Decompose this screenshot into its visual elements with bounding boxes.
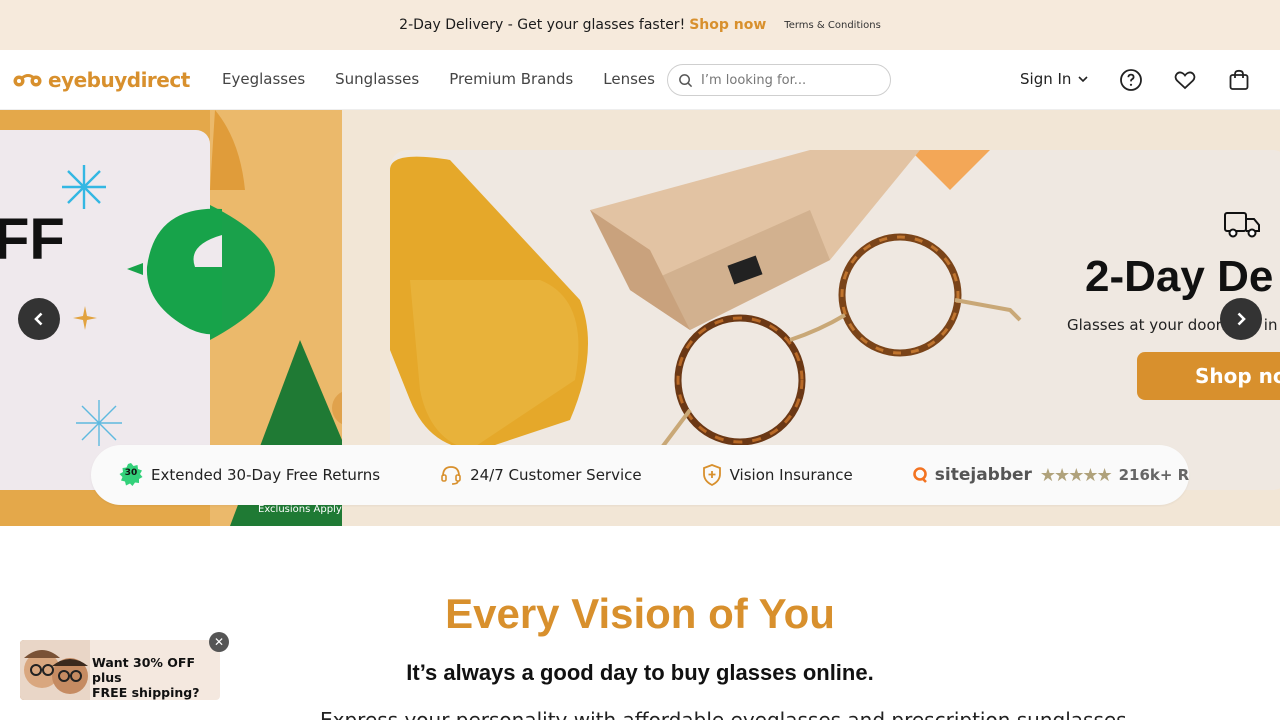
- chevron-down-icon: [1078, 76, 1088, 83]
- carousel-prev-button[interactable]: [18, 298, 60, 340]
- cart-bag-icon[interactable]: [1227, 68, 1251, 92]
- site-logo[interactable]: eyebuydirect: [12, 68, 190, 92]
- sparkle-icon: [73, 306, 97, 330]
- site-header: eyebuydirect Eyeglasses Sunglasses Premi…: [0, 50, 1280, 110]
- rating-stars: ★★★★★: [1039, 464, 1113, 486]
- chevron-right-icon: [1237, 312, 1246, 326]
- terms-link[interactable]: Terms & Conditions: [784, 20, 881, 31]
- section-title: Every Vision of You: [445, 590, 835, 637]
- benefit-free-returns[interactable]: 30 Extended 30-Day Free Returns: [119, 463, 380, 487]
- snowflake-icon: [62, 165, 106, 209]
- headset-icon: [441, 466, 461, 485]
- popup-message: Want 30% OFF plus FREE shipping?: [92, 655, 220, 700]
- returns-badge-number: 30: [124, 468, 138, 478]
- discount-popup[interactable]: Want 30% OFF plus FREE shipping? ✕: [20, 632, 229, 700]
- sign-in-button[interactable]: Sign In: [1020, 70, 1089, 88]
- close-icon: ✕: [213, 635, 225, 649]
- benefit-customer-service[interactable]: 24/7 Customer Service: [440, 464, 642, 486]
- shield-plus-icon: [702, 464, 721, 486]
- section-body: Express your personality with affordable…: [320, 708, 1133, 720]
- benefit-sitejabber-reviews[interactable]: sitejabber ★★★★★ 216k+ Reviews: [912, 464, 1189, 486]
- benefit-vision-insurance[interactable]: Vision Insurance: [702, 464, 853, 486]
- nav-sunglasses[interactable]: Sunglasses: [335, 70, 419, 88]
- popup-close-button[interactable]: ✕: [209, 632, 229, 652]
- main-nav: Eyeglasses Sunglasses Premium Brands Len…: [222, 70, 655, 88]
- hero-shop-now-button[interactable]: Shop now: [1137, 352, 1280, 400]
- search-box[interactable]: [667, 64, 891, 96]
- bird-illustration: [127, 208, 222, 335]
- nav-lenses[interactable]: Lenses: [603, 70, 655, 88]
- free-returns-label: Extended 30-Day Free Returns: [151, 466, 381, 484]
- promo-shop-now-link[interactable]: Shop now: [689, 17, 766, 33]
- popup-line-2: FREE shipping?: [92, 685, 200, 700]
- customer-service-label: 24/7 Customer Service: [470, 466, 642, 484]
- popup-people-photo: [20, 640, 90, 700]
- page: 2-Day Delivery - Get your glasses faster…: [0, 0, 1280, 720]
- sign-in-label: Sign In: [1020, 70, 1072, 88]
- search-input[interactable]: [701, 72, 881, 88]
- exclusions-apply-text: Exclusions Apply: [258, 504, 342, 515]
- logo-wordmark: eyebuydirect: [48, 68, 190, 92]
- wishlist-heart-icon[interactable]: [1173, 68, 1197, 92]
- search-icon: [679, 73, 693, 87]
- promo-message: 2-Day Delivery - Get your glasses faster…: [399, 17, 686, 33]
- promo-bar: 2-Day Delivery - Get your glasses faster…: [0, 0, 1280, 50]
- snowflake-small-icon: [76, 400, 122, 446]
- returns-badge-icon: 30: [119, 463, 143, 487]
- left-slide-headline: FF: [0, 207, 65, 272]
- carousel-next-button[interactable]: [1220, 298, 1262, 340]
- delivery-truck-icon: [1224, 212, 1260, 238]
- help-icon[interactable]: [1119, 68, 1143, 92]
- vision-insurance-label: Vision Insurance: [729, 466, 853, 484]
- nav-premium-brands[interactable]: Premium Brands: [449, 70, 573, 88]
- logo-glasses-icon: [13, 74, 42, 87]
- chevron-left-icon: [34, 312, 43, 326]
- benefits-strip: 30 Extended 30-Day Free Returns 24/7 Cus…: [91, 445, 1189, 505]
- promo-text: 2-Day Delivery - Get your glasses faster…: [399, 17, 766, 33]
- reviews-count: 216k+ Reviews: [1118, 466, 1189, 484]
- sitejabber-logo-icon: [912, 467, 927, 483]
- popup-line-1: Want 30% OFF plus: [92, 655, 195, 685]
- nav-eyeglasses[interactable]: Eyeglasses: [222, 70, 305, 88]
- sitejabber-wordmark: sitejabber: [934, 465, 1032, 485]
- hero-slide-title: 2-Day De: [1085, 252, 1274, 301]
